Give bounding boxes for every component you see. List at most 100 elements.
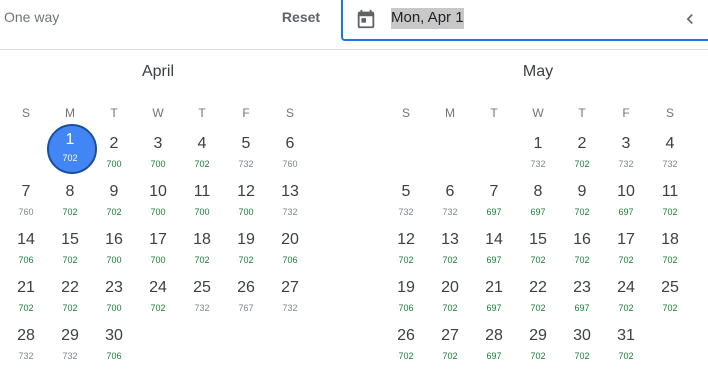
day-number: 10 xyxy=(617,183,635,200)
calendar-day[interactable]: 9 702 xyxy=(92,180,136,226)
departure-date-value[interactable]: Mon, Apr 1 xyxy=(391,8,464,29)
calendar-day[interactable]: 11 702 xyxy=(648,180,692,226)
calendar-day[interactable]: 29 732 xyxy=(48,324,92,370)
day-number: 16 xyxy=(573,231,591,248)
calendar-day[interactable]: 25 732 xyxy=(180,276,224,322)
calendar-day[interactable]: 17 702 xyxy=(604,228,648,274)
calendar-day[interactable]: 20 706 xyxy=(268,228,312,274)
calendar-day-selected[interactable]: 1 702 xyxy=(47,124,97,178)
weekday-label: S xyxy=(665,106,674,120)
day-price: 702 xyxy=(574,255,590,265)
calendar-day[interactable]: 21 697 xyxy=(472,276,516,322)
day-number: 17 xyxy=(617,231,635,248)
calendar-day[interactable]: 5 732 xyxy=(384,180,428,226)
calendar-day[interactable]: 20 702 xyxy=(428,276,472,322)
calendar-day[interactable]: 5 732 xyxy=(224,132,268,178)
day-number: 12 xyxy=(237,183,255,200)
day-price: 702 xyxy=(618,303,634,313)
calendar-day[interactable]: 2 700 xyxy=(92,132,136,178)
calendar-day[interactable]: 12 700 xyxy=(224,180,268,226)
calendar-day[interactable]: 7 697 xyxy=(472,180,516,226)
month-title: April xyxy=(141,63,174,80)
calendar-day[interactable]: 10 700 xyxy=(136,180,180,226)
calendar-day[interactable]: 14 697 xyxy=(472,228,516,274)
day-number: 15 xyxy=(61,231,79,248)
day-price: 702 xyxy=(62,303,78,313)
calendar-day[interactable]: 29 702 xyxy=(516,324,560,370)
day-number: 1 xyxy=(533,135,543,152)
calendar-day[interactable]: 6 760 xyxy=(268,132,312,178)
calendar-day[interactable]: 24 702 xyxy=(136,276,180,322)
day-price: 702 xyxy=(398,255,414,265)
calendar-day[interactable]: 10 697 xyxy=(604,180,648,226)
departure-date-field[interactable]: Mon, Apr 1 xyxy=(341,0,708,41)
day-number: 25 xyxy=(661,279,679,296)
day-price: 702 xyxy=(574,159,590,169)
calendar-day[interactable]: 22 702 xyxy=(516,276,560,322)
calendar-day[interactable]: 28 697 xyxy=(472,324,516,370)
day-number: 11 xyxy=(193,183,211,200)
day-number: 28 xyxy=(485,327,503,344)
calendar-day[interactable]: 3 700 xyxy=(136,132,180,178)
calendar-day[interactable]: 19 702 xyxy=(224,228,268,274)
calendar-day[interactable]: 18 702 xyxy=(648,228,692,274)
day-price: 706 xyxy=(106,351,122,361)
calendar-day[interactable]: 26 702 xyxy=(384,324,428,370)
calendar-day[interactable]: 15 702 xyxy=(48,228,92,274)
calendar-day[interactable]: 31 702 xyxy=(604,324,648,370)
calendar-day[interactable]: 6 732 xyxy=(428,180,472,226)
calendar-day[interactable]: 26 767 xyxy=(224,276,268,322)
calendar-day[interactable]: 23 697 xyxy=(560,276,604,322)
calendar-day[interactable]: 1 732 xyxy=(516,132,560,178)
calendar-day[interactable]: 21 702 xyxy=(4,276,48,322)
calendar-day[interactable]: 27 732 xyxy=(268,276,312,322)
calendar-day[interactable]: 13 702 xyxy=(428,228,472,274)
day-number: 3 xyxy=(621,135,631,152)
calendar-day[interactable]: 28 732 xyxy=(4,324,48,370)
calendar-day[interactable]: 14 706 xyxy=(4,228,48,274)
calendar-day[interactable]: 13 732 xyxy=(268,180,312,226)
calendar-day[interactable]: 16 700 xyxy=(92,228,136,274)
calendar-day[interactable]: 24 702 xyxy=(604,276,648,322)
day-number: 24 xyxy=(617,279,635,296)
calendar-day[interactable]: 18 702 xyxy=(180,228,224,274)
day-number: 26 xyxy=(397,327,415,344)
weekday-label: T xyxy=(110,106,118,120)
day-number: 20 xyxy=(441,279,459,296)
day-number: 25 xyxy=(193,279,211,296)
calendar-day[interactable]: 4 702 xyxy=(180,132,224,178)
day-price: 702 xyxy=(442,351,458,361)
calendar-day[interactable]: 17 700 xyxy=(136,228,180,274)
day-price: 700 xyxy=(106,159,122,169)
calendar-day[interactable]: 11 700 xyxy=(180,180,224,226)
calendar-day[interactable]: 23 700 xyxy=(92,276,136,322)
calendar-day[interactable]: 2 702 xyxy=(560,132,604,178)
calendar-day[interactable]: 25 702 xyxy=(648,276,692,322)
reset-button[interactable]: Reset xyxy=(270,1,332,33)
calendar-day[interactable]: 27 702 xyxy=(428,324,472,370)
trip-type-label[interactable]: One way xyxy=(4,9,59,25)
calendar-day[interactable]: 22 702 xyxy=(48,276,92,322)
calendar-day[interactable]: 4 732 xyxy=(648,132,692,178)
calendar-day[interactable]: 3 732 xyxy=(604,132,648,178)
day-number: 5 xyxy=(401,183,411,200)
calendar-day[interactable]: 16 702 xyxy=(560,228,604,274)
chevron-left-icon[interactable] xyxy=(680,9,700,29)
day-price: 732 xyxy=(398,207,414,217)
calendar-day[interactable]: 12 702 xyxy=(384,228,428,274)
day-price: 700 xyxy=(150,159,166,169)
calendar-day[interactable]: 30 702 xyxy=(560,324,604,370)
calendar-day[interactable]: 9 702 xyxy=(560,180,604,226)
calendar-day[interactable]: 19 706 xyxy=(384,276,428,322)
day-price: 702 xyxy=(618,255,634,265)
calendar-day[interactable]: 7 760 xyxy=(4,180,48,226)
weekday-label: F xyxy=(622,106,630,120)
calendar-day[interactable]: 30 706 xyxy=(92,324,136,370)
calendar-day[interactable]: 15 702 xyxy=(516,228,560,274)
day-number: 26 xyxy=(237,279,255,296)
day-price: 732 xyxy=(62,351,78,361)
weekday-label: S xyxy=(21,106,30,120)
calendar-day[interactable]: 8 697 xyxy=(516,180,560,226)
day-number: 8 xyxy=(533,183,543,200)
calendar-day[interactable]: 8 702 xyxy=(48,180,92,226)
